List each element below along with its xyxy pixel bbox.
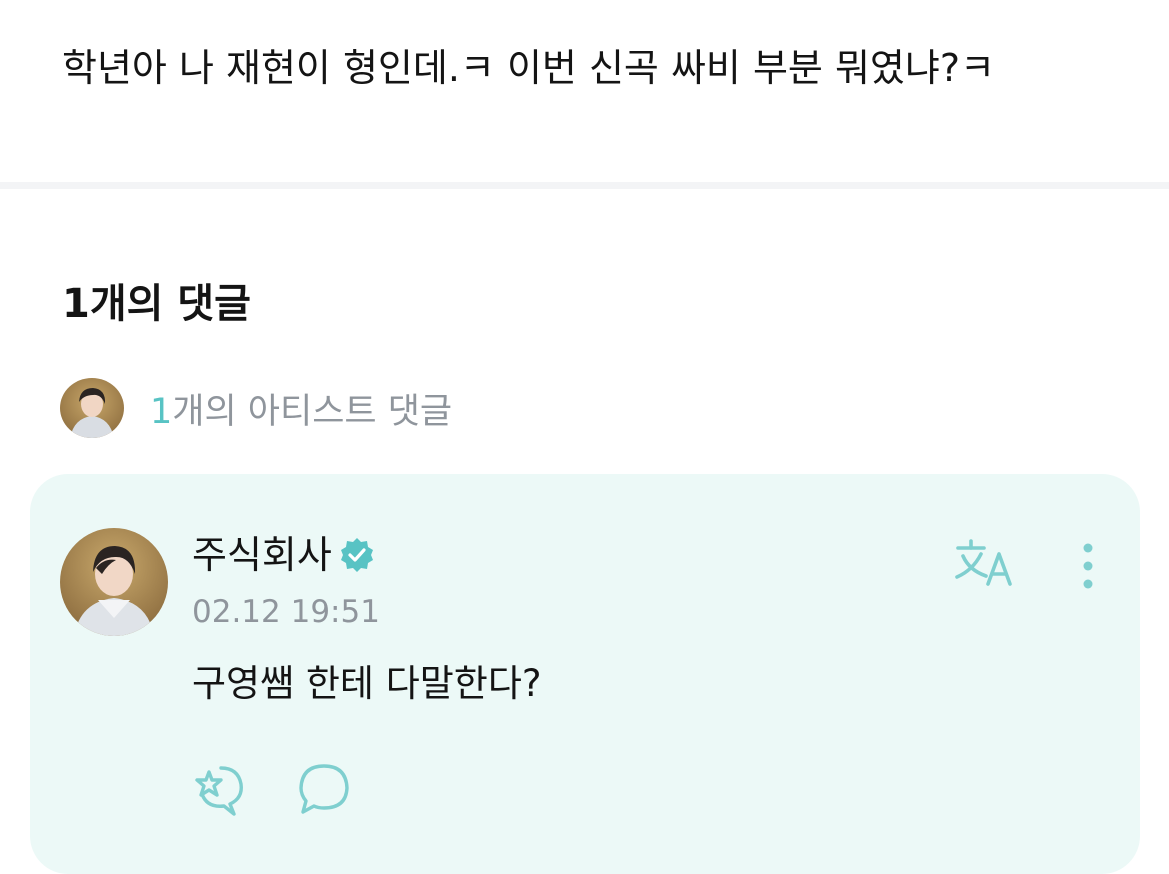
- reply-button[interactable]: [294, 760, 354, 818]
- post-body-text: 학년아 나 재현이 형인데.ㅋ 이번 신곡 싸비 부분 뭐였냐?ㅋ: [62, 46, 995, 90]
- more-vertical-icon: [1083, 543, 1093, 589]
- comment-bubble-icon: [299, 764, 349, 814]
- comment-author-avatar[interactable]: [60, 528, 168, 636]
- artist-comments-filter[interactable]: 1개의 아티스트 댓글: [60, 378, 452, 438]
- artist-comment-label-text: 개의 아티스트 댓글: [172, 391, 453, 432]
- comments-heading: 1개의 댓글: [62, 281, 251, 327]
- comment-author-row: 주식회사: [192, 530, 376, 580]
- section-divider: [0, 182, 1169, 189]
- artist-avatar: [60, 378, 124, 438]
- comment-author-name[interactable]: 주식회사: [192, 530, 332, 580]
- comment-text: 구영쌤 한테 다말한다?: [192, 662, 542, 705]
- reaction-button[interactable]: [190, 760, 250, 818]
- more-options-button[interactable]: [1066, 538, 1110, 594]
- verified-badge-icon: [338, 536, 376, 574]
- reaction-icon: [195, 766, 243, 816]
- artist-comments-label: 1개의 아티스트 댓글: [150, 383, 452, 434]
- comment-card: 주식회사 02.12 19:51 구영쌤 한테 다말한다?: [30, 474, 1140, 874]
- artist-comment-count: 1: [150, 391, 173, 432]
- comment-timestamp: 02.12 19:51: [192, 594, 380, 630]
- translate-button[interactable]: [952, 536, 1022, 592]
- translate-icon: [955, 539, 1012, 586]
